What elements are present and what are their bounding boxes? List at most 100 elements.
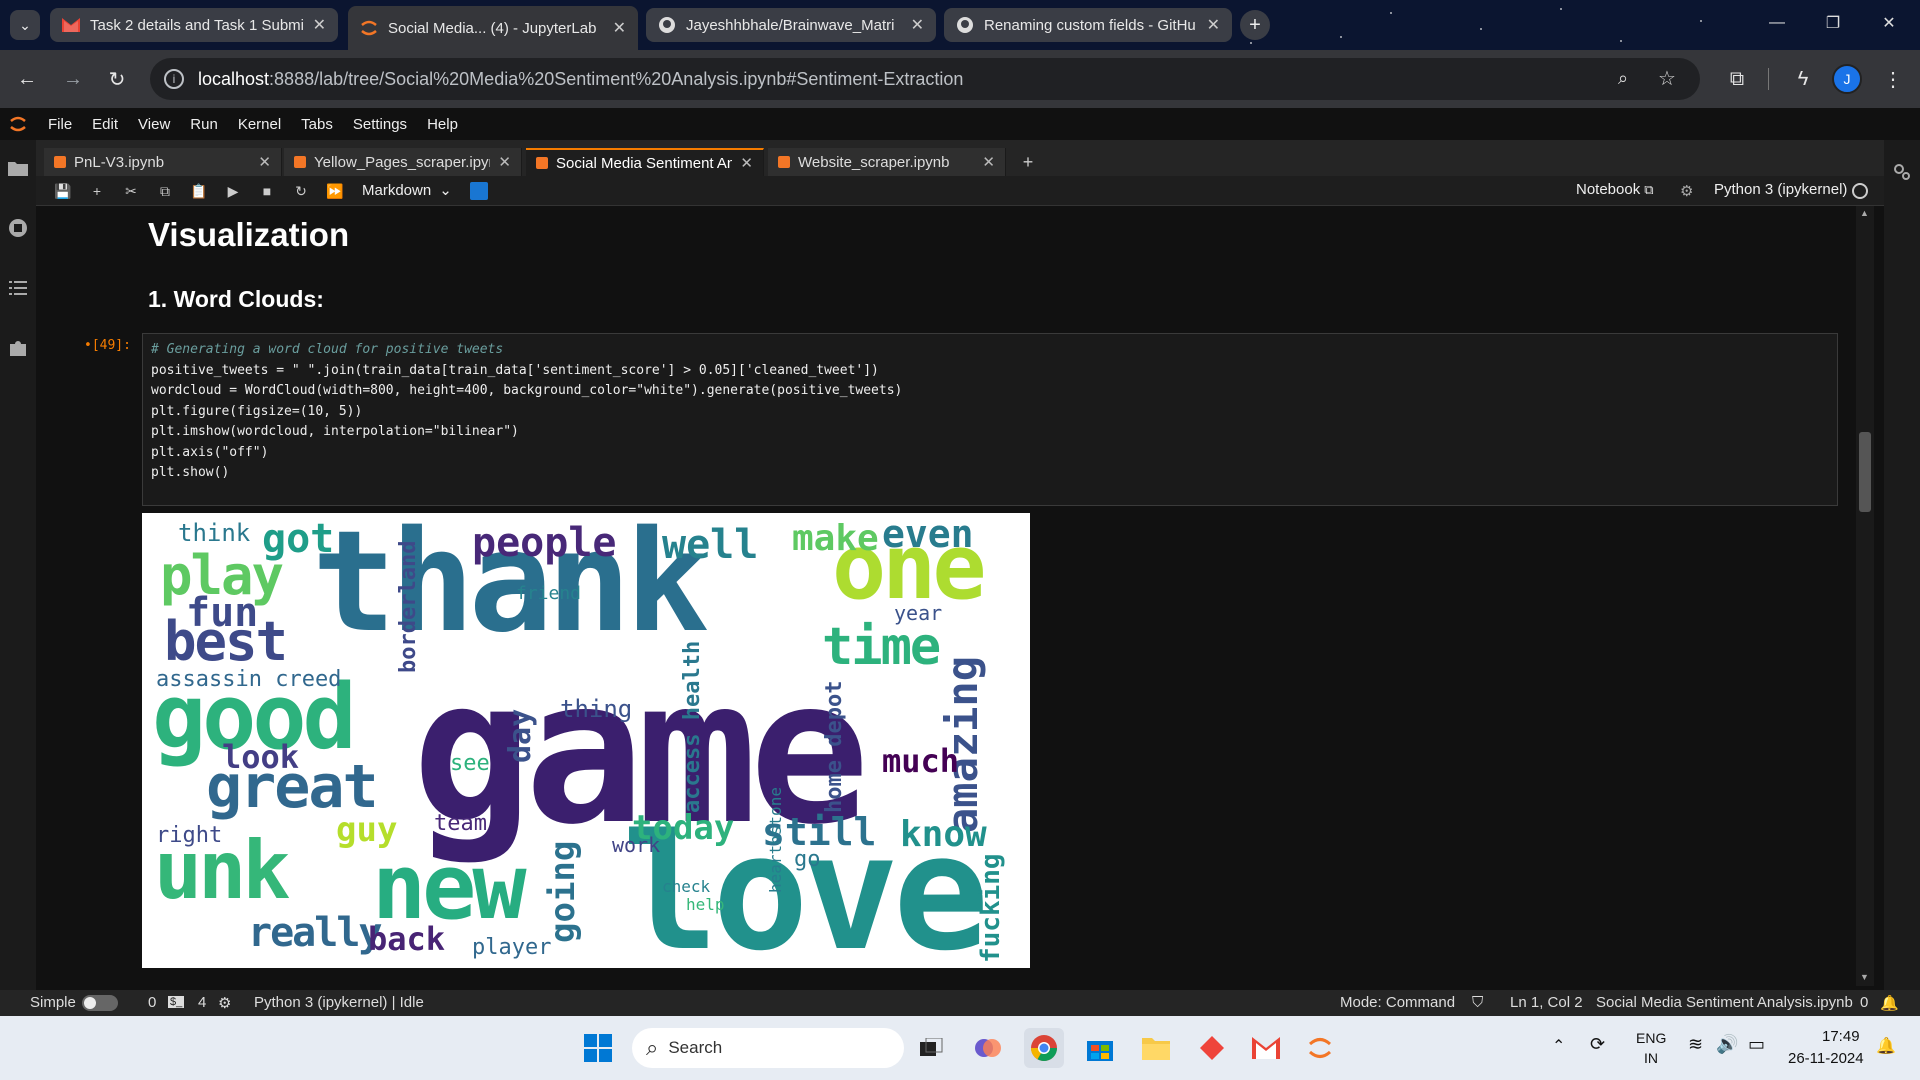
browser-tab-gmail[interactable]: Task 2 details and Task 1 Submi ✕ [50, 8, 338, 42]
wc-word: got [262, 516, 335, 562]
menu-edit[interactable]: Edit [92, 116, 118, 133]
restart-icon[interactable]: ↻ [290, 181, 312, 201]
close-icon[interactable]: ✕ [982, 153, 995, 171]
close-icon[interactable]: ✕ [613, 18, 626, 38]
save-icon[interactable]: 💾 [52, 181, 74, 201]
forward-button[interactable]: → [56, 62, 90, 96]
performance-icon[interactable]: ϟ [1786, 62, 1820, 96]
tab-list-button[interactable]: ⌄ [10, 10, 40, 40]
tab-website-scraper[interactable]: Website_scraper.ipynb ✕ [768, 148, 1006, 176]
scroll-up-icon[interactable]: ▲ [1860, 208, 1869, 218]
wc-word: even [882, 513, 974, 556]
add-cell-icon[interactable]: + [86, 181, 108, 201]
menu-file[interactable]: File [48, 116, 72, 133]
fast-forward-icon[interactable]: ⏩ [324, 181, 346, 201]
tab-yellow-pages[interactable]: Yellow_Pages_scraper.ipynb ✕ [284, 148, 522, 176]
site-info-icon[interactable]: i [164, 69, 184, 89]
new-tab-button[interactable]: + [1240, 10, 1270, 40]
taskbar-search[interactable]: ⌕ Search [632, 1028, 904, 1068]
menu-help[interactable]: Help [427, 116, 458, 133]
back-button[interactable]: ← [10, 62, 44, 96]
stop-icon[interactable]: ■ [256, 181, 278, 201]
menu-settings[interactable]: Settings [353, 116, 407, 133]
browser-menu-icon[interactable]: ⋮ [1876, 62, 1910, 96]
close-icon[interactable]: ✕ [498, 153, 511, 171]
sync-icon[interactable]: ⟳ [1590, 1034, 1605, 1055]
extension-puzzle-icon[interactable] [6, 336, 30, 360]
running-icon[interactable] [6, 216, 30, 240]
tab-pnl-v3[interactable]: PnL-V3.ipynb ✕ [44, 148, 282, 176]
search-icon: ⌕ [646, 1035, 659, 1060]
code-cell[interactable]: # Generating a word cloud for positive t… [142, 333, 1838, 506]
extensions-icon[interactable]: ⧉ [1720, 62, 1754, 96]
cell-type-select[interactable]: Markdown ⌄ [362, 181, 452, 200]
paste-icon[interactable]: 📋 [188, 181, 210, 201]
code-line: positive_tweets = " ".join(train_data[tr… [151, 362, 879, 378]
language-bottom[interactable]: IN [1644, 1050, 1658, 1066]
menu-run[interactable]: Run [190, 116, 218, 133]
task-view-icon[interactable] [912, 1028, 952, 1068]
file-explorer-icon[interactable] [1136, 1028, 1176, 1068]
chevron-up-icon[interactable]: ⌃ [1552, 1036, 1565, 1056]
close-icon[interactable]: ✕ [313, 15, 326, 35]
kernel-name[interactable]: Python 3 (ipykernel) [1714, 181, 1847, 198]
close-window-button[interactable]: ✕ [1866, 0, 1912, 46]
menu-kernel[interactable]: Kernel [238, 116, 281, 133]
browser-tab-github-1[interactable]: Jayeshhbhale/Brainwave_Matri ✕ [646, 8, 936, 42]
debugger-icon[interactable] [470, 182, 488, 200]
scrollbar-thumb[interactable] [1859, 432, 1871, 512]
close-icon[interactable]: ✕ [740, 154, 753, 172]
browser-tab-jupyter[interactable]: Social Media... (4) - JupyterLab ✕ [348, 6, 638, 50]
clock-date[interactable]: 26-11-2024 [1788, 1050, 1864, 1067]
open-in-notebook-button[interactable]: Notebook ⧉ [1576, 181, 1654, 198]
code-line: # Generating a word cloud for positive t… [151, 342, 504, 357]
language-top[interactable]: ENG [1636, 1030, 1666, 1046]
wc-word: hearthstone [766, 787, 785, 893]
notebook-scrollbar[interactable]: ▲ ▼ [1856, 206, 1874, 986]
chrome-icon[interactable] [1024, 1028, 1064, 1068]
kernel-status[interactable]: Python 3 (ipykernel) | Idle [254, 994, 424, 1011]
clock-time[interactable]: 17:49 [1822, 1028, 1860, 1045]
new-launcher-button[interactable]: + [1014, 148, 1042, 176]
bell-icon[interactable]: 🔔 [1880, 994, 1899, 1012]
wifi-icon[interactable]: ≋ [1688, 1034, 1703, 1055]
anydesk-icon[interactable] [1192, 1028, 1232, 1068]
menu-tabs[interactable]: Tabs [301, 116, 333, 133]
tab-social-media[interactable]: Social Media Sentiment Anal ✕ [526, 148, 764, 176]
simple-mode-toggle[interactable] [82, 995, 118, 1011]
wc-word: assassin creed [156, 667, 342, 692]
minimize-button[interactable]: — [1754, 0, 1800, 46]
folder-icon[interactable] [6, 156, 30, 180]
close-icon[interactable]: ✕ [911, 15, 924, 35]
cursor-position[interactable]: Ln 1, Col 2 [1510, 994, 1583, 1011]
cut-icon[interactable]: ✂ [120, 181, 142, 201]
bookmark-star-icon[interactable]: ☆ [1658, 66, 1676, 91]
close-icon[interactable]: ✕ [1207, 15, 1220, 35]
gear-icon[interactable]: ⚙ [218, 994, 231, 1012]
gear-icon[interactable]: ⚙ [1680, 182, 1693, 200]
windows-start-icon[interactable] [578, 1028, 618, 1068]
run-icon[interactable]: ▶ [222, 181, 244, 201]
toc-icon[interactable] [6, 276, 30, 300]
menu-view[interactable]: View [138, 116, 170, 133]
mode-indicator[interactable]: Mode: Command [1340, 994, 1455, 1011]
jupyter-taskbar-icon[interactable] [1300, 1028, 1340, 1068]
zoom-icon[interactable]: ⌕ [1618, 68, 1628, 89]
browser-tab-github-2[interactable]: Renaming custom fields - GitHu ✕ [944, 8, 1232, 42]
scroll-down-icon[interactable]: ▼ [1860, 972, 1869, 982]
volume-icon[interactable]: 🔊 [1716, 1034, 1738, 1055]
profile-avatar[interactable]: J [1832, 64, 1862, 94]
battery-icon[interactable]: ▭ [1748, 1034, 1765, 1055]
notification-bell-icon[interactable]: 🔔 [1876, 1036, 1896, 1056]
restore-button[interactable]: ❐ [1810, 0, 1856, 46]
terminal-icon[interactable]: $_ [168, 996, 185, 1008]
reload-button[interactable]: ↻ [100, 62, 134, 96]
copy-icon[interactable]: ⧉ [154, 181, 176, 201]
copilot-icon[interactable] [968, 1028, 1008, 1068]
address-bar[interactable]: i localhost:8888/lab/tree/Social%20Media… [150, 58, 1700, 100]
close-icon[interactable]: ✕ [258, 153, 271, 171]
property-inspector-icon[interactable] [1890, 160, 1914, 184]
wc-word: guy [336, 810, 398, 850]
store-icon[interactable] [1080, 1028, 1120, 1068]
gmail-icon[interactable] [1246, 1028, 1286, 1068]
